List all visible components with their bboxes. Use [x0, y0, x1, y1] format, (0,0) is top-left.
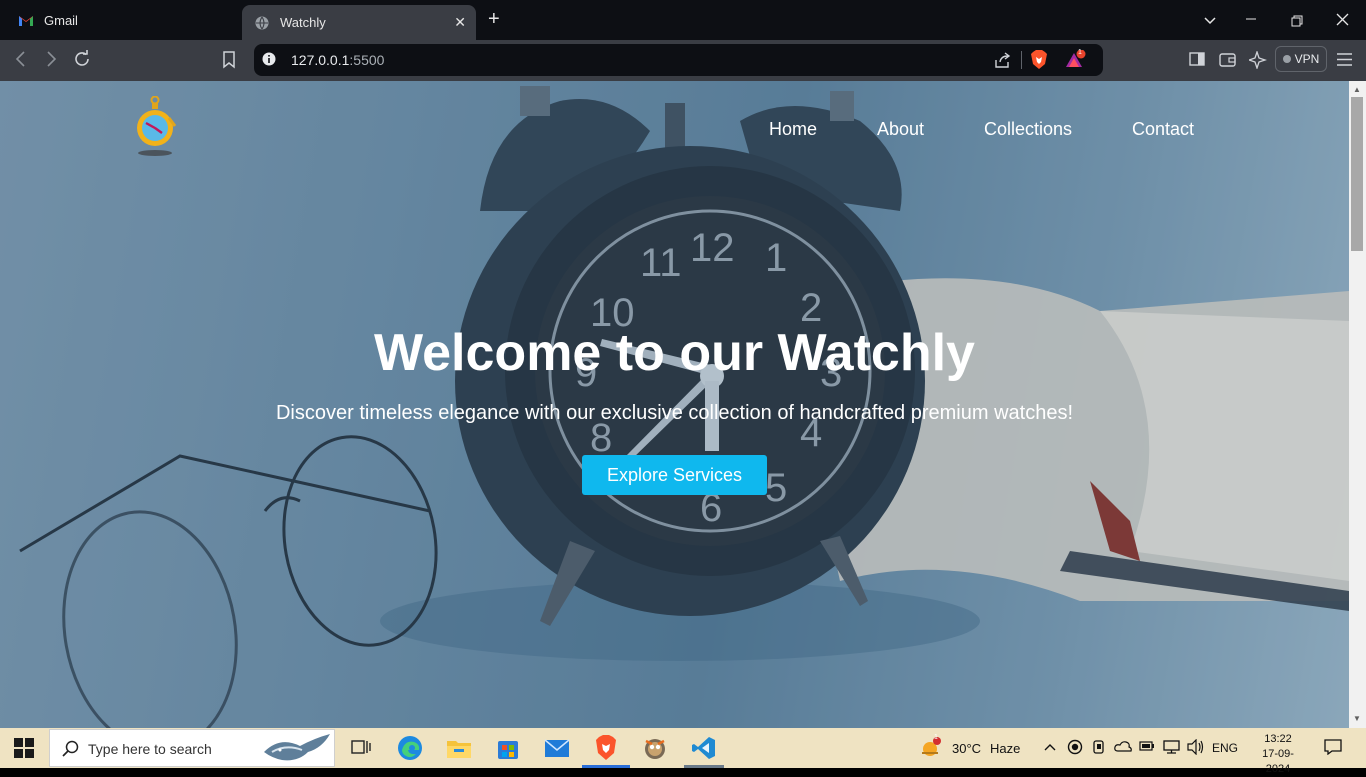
task-view-icon[interactable] — [347, 734, 375, 762]
hero-subtitle: Discover timeless elegance with our excl… — [275, 402, 1074, 424]
url-text[interactable]: 127.0.0.1:5500 — [291, 52, 384, 68]
bookmark-icon[interactable] — [222, 51, 236, 73]
file-explorer-icon[interactable] — [445, 734, 473, 762]
explore-services-button[interactable]: Explore Services — [582, 455, 767, 495]
microsoft-store-icon[interactable] — [494, 734, 522, 762]
globe-icon — [254, 15, 270, 31]
url-host: 127.0.0.1 — [291, 52, 350, 68]
edge-icon[interactable] — [396, 734, 424, 762]
nav-collections[interactable]: Collections — [984, 119, 1072, 140]
record-icon[interactable] — [1067, 739, 1083, 758]
tab-watchly[interactable]: Watchly ✕ — [242, 5, 476, 40]
search-icon — [62, 740, 79, 762]
page-viewport: 12 1 2 345 689 10 11 Home About Collecti… — [0, 81, 1349, 728]
scroll-up-icon[interactable]: ▲ — [1353, 85, 1361, 94]
weather-temp[interactable]: 30°C — [952, 741, 981, 756]
nav-contact[interactable]: Contact — [1132, 119, 1194, 140]
network-icon[interactable] — [1163, 740, 1181, 757]
taskbar-search-input[interactable]: Type here to search — [49, 729, 335, 767]
scroll-down-icon[interactable]: ▼ — [1353, 714, 1361, 723]
notifications-icon[interactable] — [1324, 739, 1342, 758]
hero-title: Welcome to our Watchly — [374, 324, 975, 382]
nav-about[interactable]: About — [877, 119, 924, 140]
taskbar-clock[interactable]: 13:22 17-09-2024 — [1250, 732, 1306, 777]
tab-title: Watchly — [280, 15, 326, 30]
windows-taskbar: Type here to search 1 30°C Haze ENG 13:2… — [0, 728, 1366, 775]
weather-condition[interactable]: Haze — [990, 741, 1020, 756]
url-port: :5500 — [349, 52, 385, 68]
brave-browser-icon[interactable] — [592, 734, 620, 762]
back-icon[interactable] — [14, 50, 28, 72]
minimize-button[interactable] — [1245, 8, 1257, 32]
volume-icon[interactable] — [1187, 738, 1205, 758]
tab-search-chevron-icon[interactable] — [1204, 12, 1216, 29]
nav-home[interactable]: Home — [769, 119, 817, 140]
brave-rewards-icon[interactable]: 1 — [1064, 49, 1086, 75]
sidebar-icon[interactable] — [1189, 52, 1205, 70]
vpn-status-icon — [1282, 55, 1291, 63]
windows-start-icon[interactable] — [14, 738, 34, 763]
address-bar[interactable]: 127.0.0.1:5500 1 — [254, 44, 1103, 76]
share-icon[interactable] — [994, 52, 1011, 73]
mail-icon[interactable] — [543, 734, 571, 762]
wallet-icon[interactable] — [1219, 52, 1237, 71]
search-placeholder: Type here to search — [88, 741, 212, 757]
tab-strip: Gmail Watchly ✕ + — [0, 0, 1366, 40]
restore-button[interactable] — [1291, 14, 1303, 31]
tab-title: Gmail — [44, 12, 78, 28]
gmail-icon — [18, 12, 34, 28]
leo-ai-icon[interactable] — [1246, 49, 1268, 73]
forward-icon[interactable] — [44, 50, 58, 72]
weather-icon[interactable]: 1 — [918, 734, 942, 762]
rewards-badge: 1 — [1078, 49, 1082, 56]
brave-shields-icon[interactable] — [1030, 50, 1048, 75]
onedrive-cloud-icon[interactable] — [1114, 740, 1132, 755]
gimp-icon[interactable] — [641, 734, 669, 762]
close-window-button[interactable] — [1336, 13, 1349, 30]
language-indicator[interactable]: ENG — [1212, 741, 1238, 755]
scrollbar-thumb[interactable] — [1351, 97, 1363, 251]
vpn-button[interactable]: VPN — [1275, 46, 1327, 72]
divider — [1021, 51, 1022, 69]
vscode-icon[interactable] — [690, 734, 718, 762]
close-tab-icon[interactable]: ✕ — [454, 14, 466, 31]
site-info-icon[interactable] — [262, 52, 276, 71]
reload-icon[interactable] — [73, 50, 91, 72]
browser-toolbar: 127.0.0.1:5500 1 VPN — [0, 40, 1366, 81]
vpn-label: VPN — [1294, 52, 1320, 66]
show-hidden-icons-chevron-icon[interactable] — [1044, 740, 1056, 755]
clock-date: 17-09-2024 — [1262, 748, 1294, 775]
battery-icon[interactable] — [1139, 740, 1155, 755]
pocket-watch-icon[interactable] — [135, 95, 177, 163]
search-highlight-manta-icon — [260, 732, 332, 771]
weather-badge: 1 — [934, 734, 938, 741]
clock-time: 13:22 — [1264, 733, 1292, 745]
tab-gmail[interactable]: Gmail — [8, 4, 238, 36]
meet-now-icon[interactable] — [1092, 739, 1106, 758]
menu-icon[interactable] — [1337, 53, 1352, 70]
new-tab-button[interactable]: + — [488, 9, 500, 29]
